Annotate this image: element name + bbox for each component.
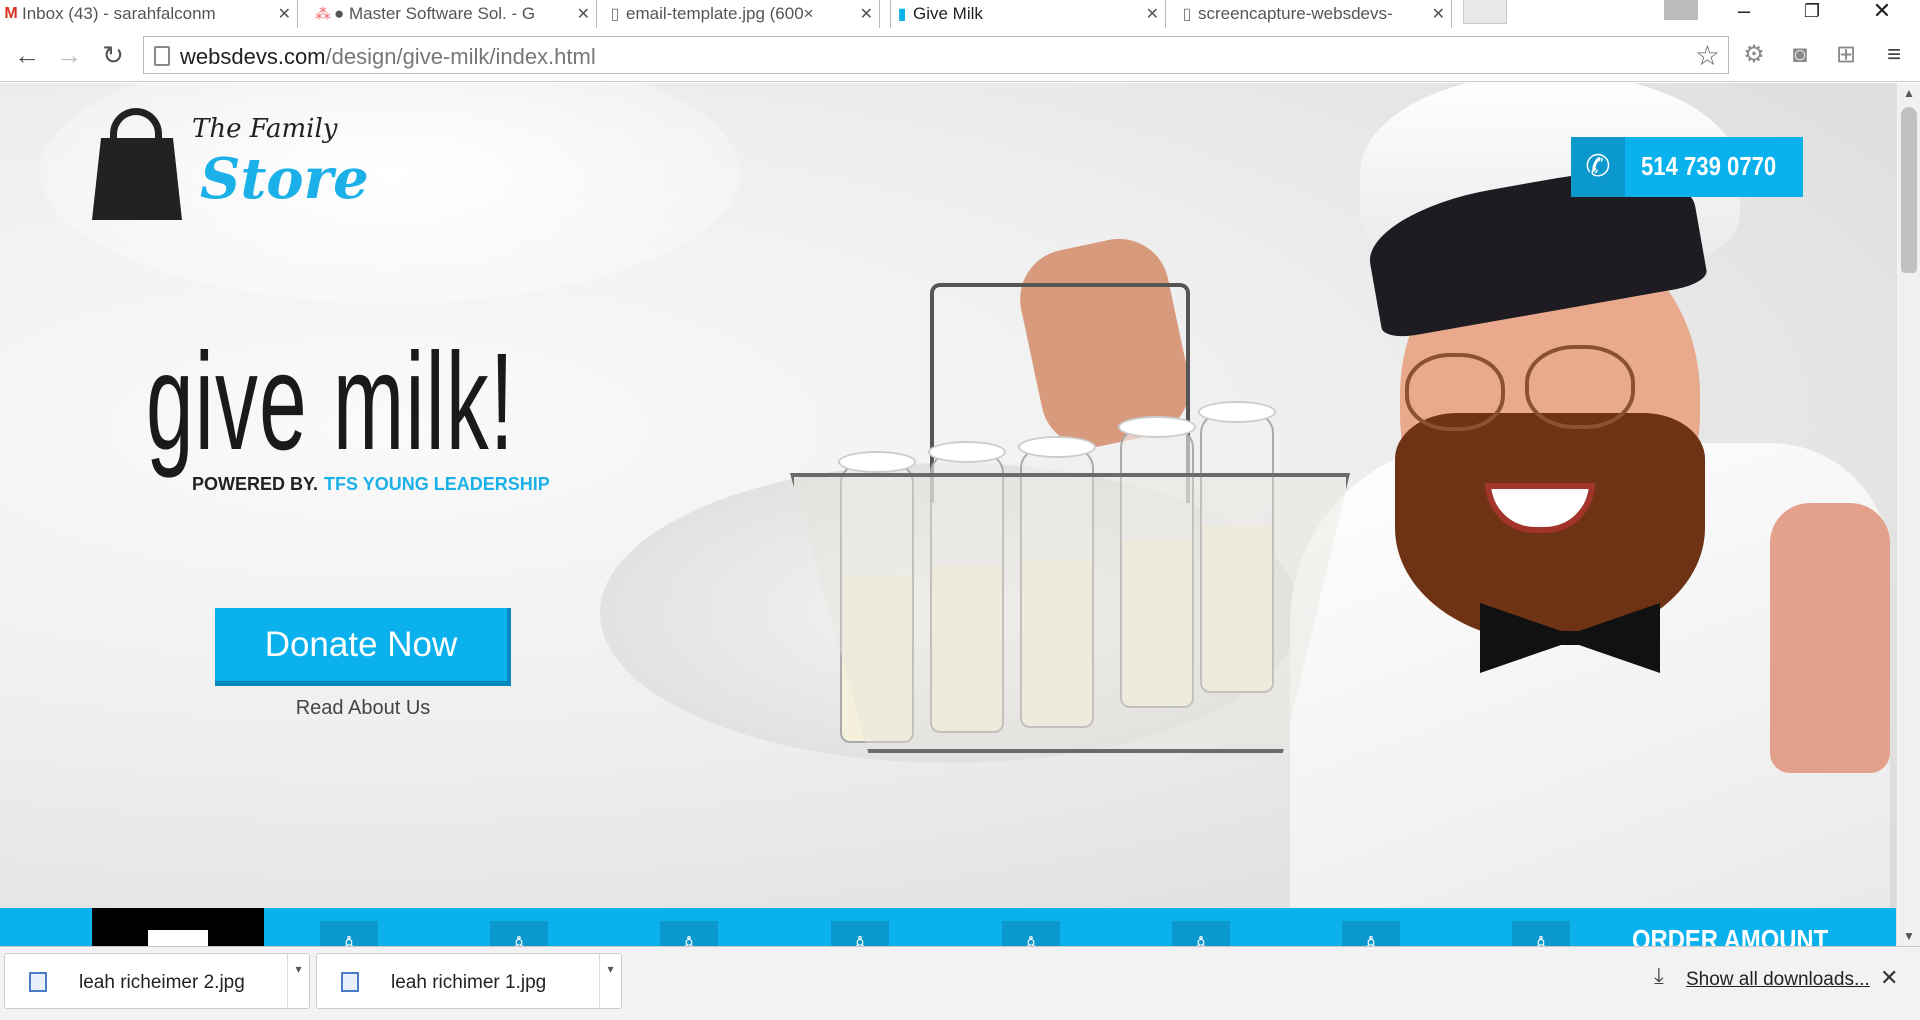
phone-icon: ✆ [1571,137,1625,197]
restore-icon[interactable]: ❐ [1788,0,1836,24]
phone-button[interactable]: ✆ 514 739 0770 [1571,137,1803,197]
milk-bottle-icon[interactable]: ♙ [490,921,548,946]
powered-by: POWERED BY. TFS YOUNG LEADERSHIP [192,474,550,494]
page-icon: ▯ [610,6,620,23]
tab-email-template[interactable]: ▯ email-template.jpg (600× ✕ [604,0,880,28]
address-bar[interactable]: websdevs.com/design/give-milk/index.html… [143,36,1729,74]
order-amount-label: ORDER AMOUNT [1632,924,1829,946]
image-file-icon [29,972,47,992]
extension-icon[interactable]: ⚙ [1738,40,1770,70]
milkman-photo [780,83,1896,946]
reload-icon[interactable]: ↻ [96,40,130,70]
vertical-scrollbar[interactable]: ▲ ▼ [1896,83,1920,946]
camera-icon[interactable]: ◙ [1784,40,1816,70]
thumbs-up-hand [1770,503,1890,773]
gmail-icon: M [4,5,18,22]
milk-bottle-icon[interactable]: ♙ [831,921,889,946]
milk-bottle-icon: ▮ [897,6,907,23]
page-icon: ▯ [1182,6,1192,23]
rss-icon[interactable]: ⊞ [1830,40,1862,70]
milk-bottle-icon [148,930,208,946]
milk-bottle-icon[interactable]: ♙ [1172,921,1230,946]
asana-icon: ⁂ [315,6,331,23]
milk-bottle-icon[interactable]: ♙ [1342,921,1400,946]
profile-avatar[interactable] [1664,0,1698,20]
close-tab-icon[interactable]: ✕ [1146,4,1159,24]
minimize-icon[interactable]: – [1720,0,1768,24]
close-tab-icon[interactable]: ✕ [278,4,291,24]
scroll-down-icon[interactable]: ▼ [1897,926,1920,946]
url-path: /design/give-milk/index.html [325,44,596,69]
browser-toolbar: ← → ↻ websdevs.com/design/give-milk/inde… [0,28,1920,82]
download-item[interactable]: leah richeimer 2.jpg ▾ [4,953,310,1009]
tab-give-milk[interactable]: ▮ Give Milk ✕ [890,0,1166,28]
scroll-up-icon[interactable]: ▲ [1897,83,1920,103]
page-viewport: The Family Store give milk! POWERED BY. T… [0,83,1896,946]
back-icon[interactable]: ← [10,40,44,70]
close-window-icon[interactable]: ✕ [1858,0,1906,24]
milk-bottle-icon[interactable]: ♙ [1512,921,1570,946]
close-icon[interactable]: ✕ [1880,965,1898,991]
download-item[interactable]: leah richimer 1.jpg ▾ [316,953,622,1009]
bookmark-star-icon[interactable]: ☆ [1695,39,1720,72]
tab-asana[interactable]: ⁂ ● Master Software Sol. - G ✕ [312,0,597,28]
tab-screencapture[interactable]: ▯ screencapture-websdevs- ✕ [1176,0,1452,28]
chevron-down-icon[interactable]: ▾ [599,954,621,1008]
phone-number: 514 739 0770 [1641,151,1777,181]
logo-line1: The Family [192,114,338,144]
order-option-selected[interactable] [92,908,264,946]
order-strip: ♙ ♙ ♙ ♙ ♙ ♙ ♙ ♙ ORDER AMOUNT [0,908,1896,946]
tab-gmail[interactable]: M Inbox (43) - sarahfalconm ✕ [0,0,298,28]
show-all-downloads-link[interactable]: Show all downloads... [1686,969,1870,991]
tab-strip: M Inbox (43) - sarahfalconm ✕ ⁂ ● Master… [0,0,1920,28]
milk-bottle-icon[interactable]: ♙ [320,921,378,946]
close-tab-icon[interactable]: ✕ [1432,4,1445,24]
powered-org: TFS YOUNG LEADERSHIP [324,474,550,494]
page-icon [154,46,170,66]
download-icon: ⤓ [1654,963,1664,988]
new-tab-button[interactable] [1463,0,1507,24]
logo-bag-icon [92,138,182,220]
glasses-right [1525,345,1635,429]
forward-icon[interactable]: → [52,40,86,70]
close-tab-icon[interactable]: ✕ [577,4,590,24]
glasses-left [1405,353,1505,431]
headline: give milk! [146,325,515,479]
scrollbar-thumb[interactable] [1901,107,1917,273]
logo-line2: Store [200,146,369,212]
downloads-bar: leah richeimer 2.jpg ▾ leah richimer 1.j… [0,946,1920,1020]
milk-bottle-icon[interactable]: ♙ [660,921,718,946]
url-host: websdevs.com [180,44,326,69]
donate-now-button[interactable]: Donate Now [215,608,511,686]
menu-icon[interactable]: ≡ [1878,40,1910,70]
read-about-us-link[interactable]: Read About Us [215,697,511,720]
chevron-down-icon[interactable]: ▾ [287,954,309,1008]
close-tab-icon[interactable]: ✕ [860,4,873,24]
wire-basket [790,473,1350,753]
family-store-logo[interactable]: The Family Store [92,106,369,226]
milk-bottle-icon[interactable]: ♙ [1002,921,1060,946]
image-file-icon [341,972,359,992]
